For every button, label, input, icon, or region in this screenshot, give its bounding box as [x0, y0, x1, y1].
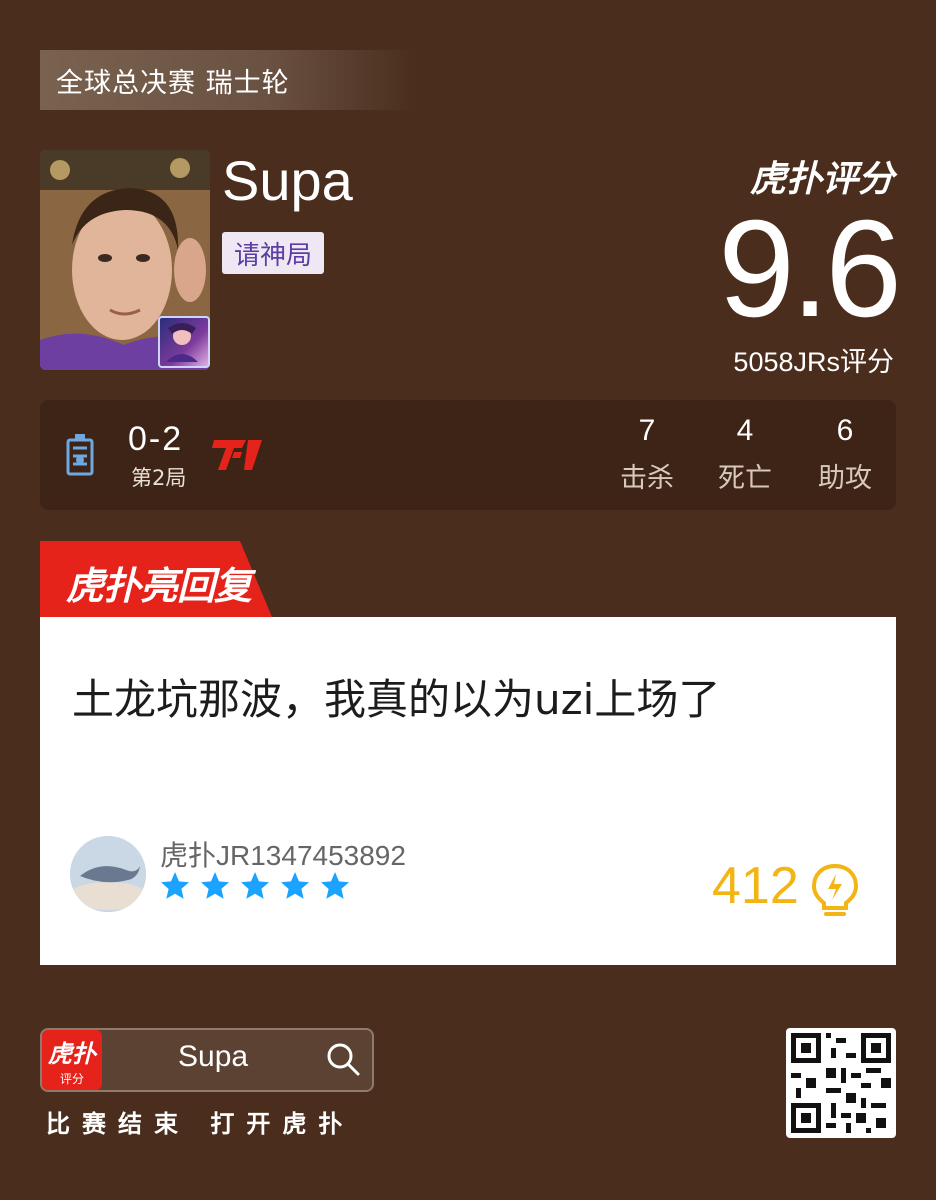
highlight-comment: 土龙坑那波，我真的以为uzi上场了 [72, 675, 721, 724]
search-query[interactable]: Supa [178, 1040, 248, 1074]
match-score: 0-2 [128, 420, 184, 458]
assists-label: 助攻 [818, 463, 872, 494]
highlight-section-title: 虎扑亮回复 [66, 564, 252, 608]
kills-label: 击杀 [620, 463, 674, 494]
star-icon [201, 872, 229, 899]
game-number: 第2局 [131, 466, 187, 490]
deaths-label: 死亡 [718, 463, 772, 494]
hupu-app-logo: 虎扑 评分 [42, 1030, 102, 1090]
team-kt-logo-icon [66, 434, 94, 476]
commenter-avatar[interactable] [70, 836, 146, 912]
team-t1-logo-icon [212, 440, 262, 470]
lightbulb-icon[interactable] [810, 862, 860, 920]
search-icon[interactable] [324, 1040, 362, 1078]
star-icon [281, 872, 309, 899]
star-icon [241, 872, 269, 899]
commenter-username[interactable]: 虎扑JR1347453892 [160, 834, 406, 874]
star-icon [321, 872, 349, 899]
like-count: 412 [712, 857, 799, 915]
footer-slogan: 比赛结束 打开虎扑 [46, 1110, 355, 1138]
player-tag-badge: 请神局 [222, 232, 325, 274]
app-logo-subtext: 评分 [59, 1072, 84, 1086]
star-icon [161, 872, 189, 899]
app-logo-text: 虎扑 [48, 1040, 96, 1068]
tournament-banner: 全球总决赛 瑞士轮 [40, 50, 416, 110]
tournament-title: 全球总决赛 瑞士轮 [56, 67, 290, 99]
star-rating [158, 870, 352, 902]
rating-score: 9.6 [718, 192, 902, 346]
champion-icon [158, 316, 210, 368]
assists-value: 6 [836, 414, 854, 447]
kills-value: 7 [638, 414, 656, 447]
rating-count: 5058JRs评分 [733, 347, 894, 377]
deaths-value: 4 [736, 414, 754, 447]
player-name: Supa [222, 149, 353, 212]
qr-code [786, 1028, 896, 1138]
